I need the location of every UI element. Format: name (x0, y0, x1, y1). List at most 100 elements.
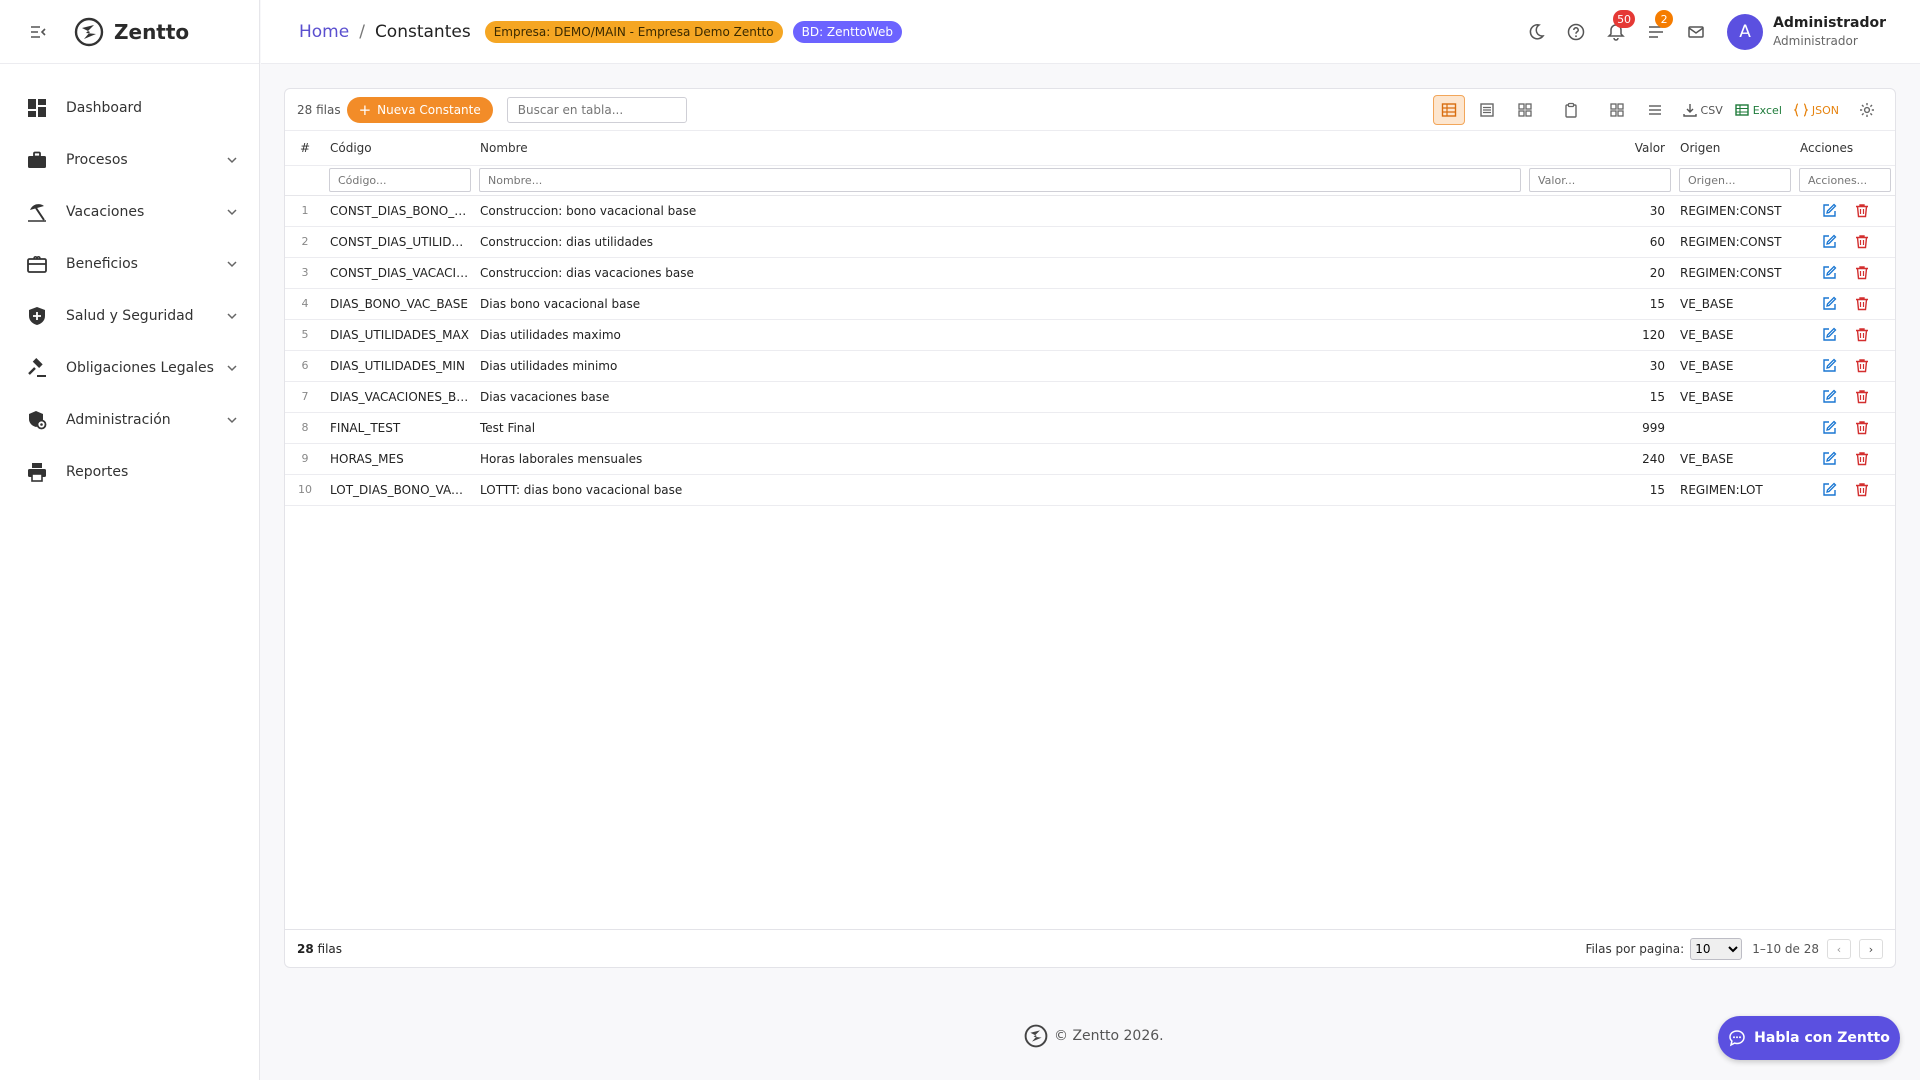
copyright: © Zentto 2026. (1024, 1024, 1164, 1048)
table-row[interactable]: 1 CONST_DIAS_BONO_V... Construccion: bon… (285, 195, 1895, 227)
edit-icon[interactable] (1822, 203, 1837, 218)
chat-with-zentto-button[interactable]: Habla con Zentto (1718, 1016, 1900, 1060)
filter-origen-input[interactable] (1679, 168, 1791, 192)
prev-page-button[interactable]: ‹ (1827, 939, 1851, 959)
dashboard-icon (26, 97, 48, 119)
delete-trash-icon[interactable] (1855, 451, 1869, 466)
delete-trash-icon[interactable] (1855, 234, 1869, 249)
sidebar-item-reportes[interactable]: Reportes (0, 446, 259, 498)
delete-trash-icon[interactable] (1855, 265, 1869, 280)
table-header-row: # Código Nombre Valor Origen Acciones (285, 131, 1895, 166)
table-view-icon[interactable] (1432, 95, 1465, 125)
delete-trash-icon[interactable] (1855, 296, 1869, 311)
edit-icon[interactable] (1822, 296, 1837, 311)
edit-icon[interactable] (1822, 451, 1837, 466)
cell-valor: 20 (1525, 257, 1675, 289)
table-search-input[interactable] (506, 96, 687, 123)
download-icon (1682, 104, 1697, 117)
row-index: 10 (285, 474, 325, 506)
sidebar-item-vacaciones[interactable]: Vacaciones (0, 186, 259, 238)
column-header-acciones: Acciones (1795, 131, 1895, 166)
delete-trash-icon[interactable] (1855, 327, 1869, 342)
table-row[interactable]: 6 DIAS_UTILIDADES_MIN Dias utilidades mi… (285, 350, 1895, 382)
rows-per-page-select[interactable]: 10 (1690, 938, 1743, 960)
density-list-icon[interactable] (1639, 95, 1671, 125)
density-grid-icon[interactable] (1601, 95, 1633, 125)
edit-icon[interactable] (1822, 389, 1837, 404)
table-row[interactable]: 10 LOT_DIAS_BONO_VAC_... LOTTT: dias bon… (285, 474, 1895, 506)
sidebar-item-label: Procesos (66, 152, 128, 168)
cell-valor: 999 (1525, 412, 1675, 444)
column-header-valor[interactable]: Valor (1525, 131, 1675, 166)
tasks-list-icon[interactable]: 2 (1645, 10, 1674, 43)
constants-table: # Código Nombre Valor Origen Acciones 1 … (285, 131, 1895, 506)
sidebar-item-procesos[interactable]: Procesos (0, 134, 259, 186)
next-page-button[interactable]: › (1859, 939, 1883, 959)
table-row[interactable]: 7 DIAS_VACACIONES_BASE Dias vacaciones b… (285, 381, 1895, 413)
breadcrumb-home-link[interactable]: Home (299, 22, 349, 42)
cell-codigo: DIAS_VACACIONES_BASE (325, 381, 475, 413)
user-info[interactable]: Administrador Administrador (1773, 14, 1886, 50)
delete-trash-icon[interactable] (1855, 389, 1869, 404)
new-constant-button[interactable]: + Nueva Constante (346, 96, 493, 123)
edit-icon[interactable] (1822, 358, 1837, 373)
column-header-nombre[interactable]: Nombre (475, 131, 1525, 166)
sidebar-item-obligaciones-legales[interactable]: Obligaciones Legales (0, 342, 259, 394)
edit-icon[interactable] (1822, 327, 1837, 342)
column-header-origen[interactable]: Origen (1675, 131, 1795, 166)
edit-icon[interactable] (1822, 265, 1837, 280)
filter-nombre-input[interactable] (479, 168, 1521, 192)
export-excel-button[interactable]: Excel (1735, 103, 1782, 117)
chevron-down-icon (225, 309, 239, 323)
table-row[interactable]: 8 FINAL_TEST Test Final 999 (285, 412, 1895, 444)
filter-acciones-input[interactable] (1799, 168, 1891, 192)
edit-icon[interactable] (1822, 234, 1837, 249)
chat-label: Habla con Zentto (1754, 1030, 1890, 1046)
rows-per-page-label: Filas por pagina: (1585, 942, 1685, 956)
help-icon[interactable] (1565, 21, 1587, 43)
collapse-menu-icon[interactable] (28, 22, 48, 42)
sidebar-item-dashboard[interactable]: Dashboard (0, 82, 259, 134)
sidebar-item-administracion[interactable]: Administración (0, 394, 259, 446)
table-row[interactable]: 9 HORAS_MES Horas laborales mensuales 24… (285, 443, 1895, 475)
delete-trash-icon[interactable] (1855, 358, 1869, 373)
chevron-down-icon (225, 153, 239, 167)
table-row[interactable]: 2 CONST_DIAS_UTILIDAD... Construccion: d… (285, 226, 1895, 258)
edit-icon[interactable] (1822, 482, 1837, 497)
export-csv-button[interactable]: CSV (1682, 103, 1723, 117)
sidebar-item-beneficios[interactable]: Beneficios (0, 238, 259, 290)
cell-nombre: Dias vacaciones base (475, 381, 1525, 413)
edit-icon[interactable] (1822, 420, 1837, 435)
grid-view-icon[interactable] (1509, 95, 1541, 125)
breadcrumb-separator: / (359, 21, 365, 42)
footer-count: 28 (297, 941, 314, 956)
compact-view-icon[interactable] (1471, 95, 1503, 125)
column-header-codigo[interactable]: Código (325, 131, 475, 166)
database-chip[interactable]: BD: ZenttoWeb (792, 20, 903, 43)
table-row[interactable]: 5 DIAS_UTILIDADES_MAX Dias utilidades ma… (285, 319, 1895, 351)
avatar[interactable]: A (1727, 14, 1764, 50)
company-chip[interactable]: Empresa: DEMO/MAIN - Empresa Demo Zentto (484, 20, 783, 43)
mail-icon[interactable] (1685, 21, 1707, 43)
plus-icon: + (358, 100, 372, 119)
dark-mode-moon-icon[interactable] (1525, 21, 1547, 43)
table-row[interactable]: 3 CONST_DIAS_VACACIO... Construccion: di… (285, 257, 1895, 289)
filter-codigo-input[interactable] (329, 168, 471, 192)
clipboard-icon[interactable] (1555, 95, 1587, 125)
brand-name[interactable]: Zentto (114, 20, 189, 44)
table-row[interactable]: 4 DIAS_BONO_VAC_BASE Dias bono vacaciona… (285, 288, 1895, 320)
pagination: Filas por pagina: 10 1–10 de 28 ‹ › (1585, 930, 1883, 968)
settings-gear-icon[interactable] (1851, 95, 1883, 125)
cell-origen: REGIMEN:CONST (1675, 257, 1795, 289)
sidebar-item-salud-seguridad[interactable]: Salud y Seguridad (0, 290, 259, 342)
delete-trash-icon[interactable] (1855, 203, 1869, 218)
export-json-button[interactable]: JSON (1793, 103, 1839, 117)
notifications-bell-icon[interactable]: 50 (1605, 10, 1636, 43)
sidebar-item-label: Salud y Seguridad (66, 308, 194, 324)
sidebar-item-label: Dashboard (66, 100, 142, 116)
delete-trash-icon[interactable] (1855, 482, 1869, 497)
zentto-logo-icon[interactable] (74, 17, 104, 47)
filter-valor-input[interactable] (1529, 168, 1671, 192)
sidebar-item-label: Beneficios (66, 256, 138, 272)
delete-trash-icon[interactable] (1855, 420, 1869, 435)
